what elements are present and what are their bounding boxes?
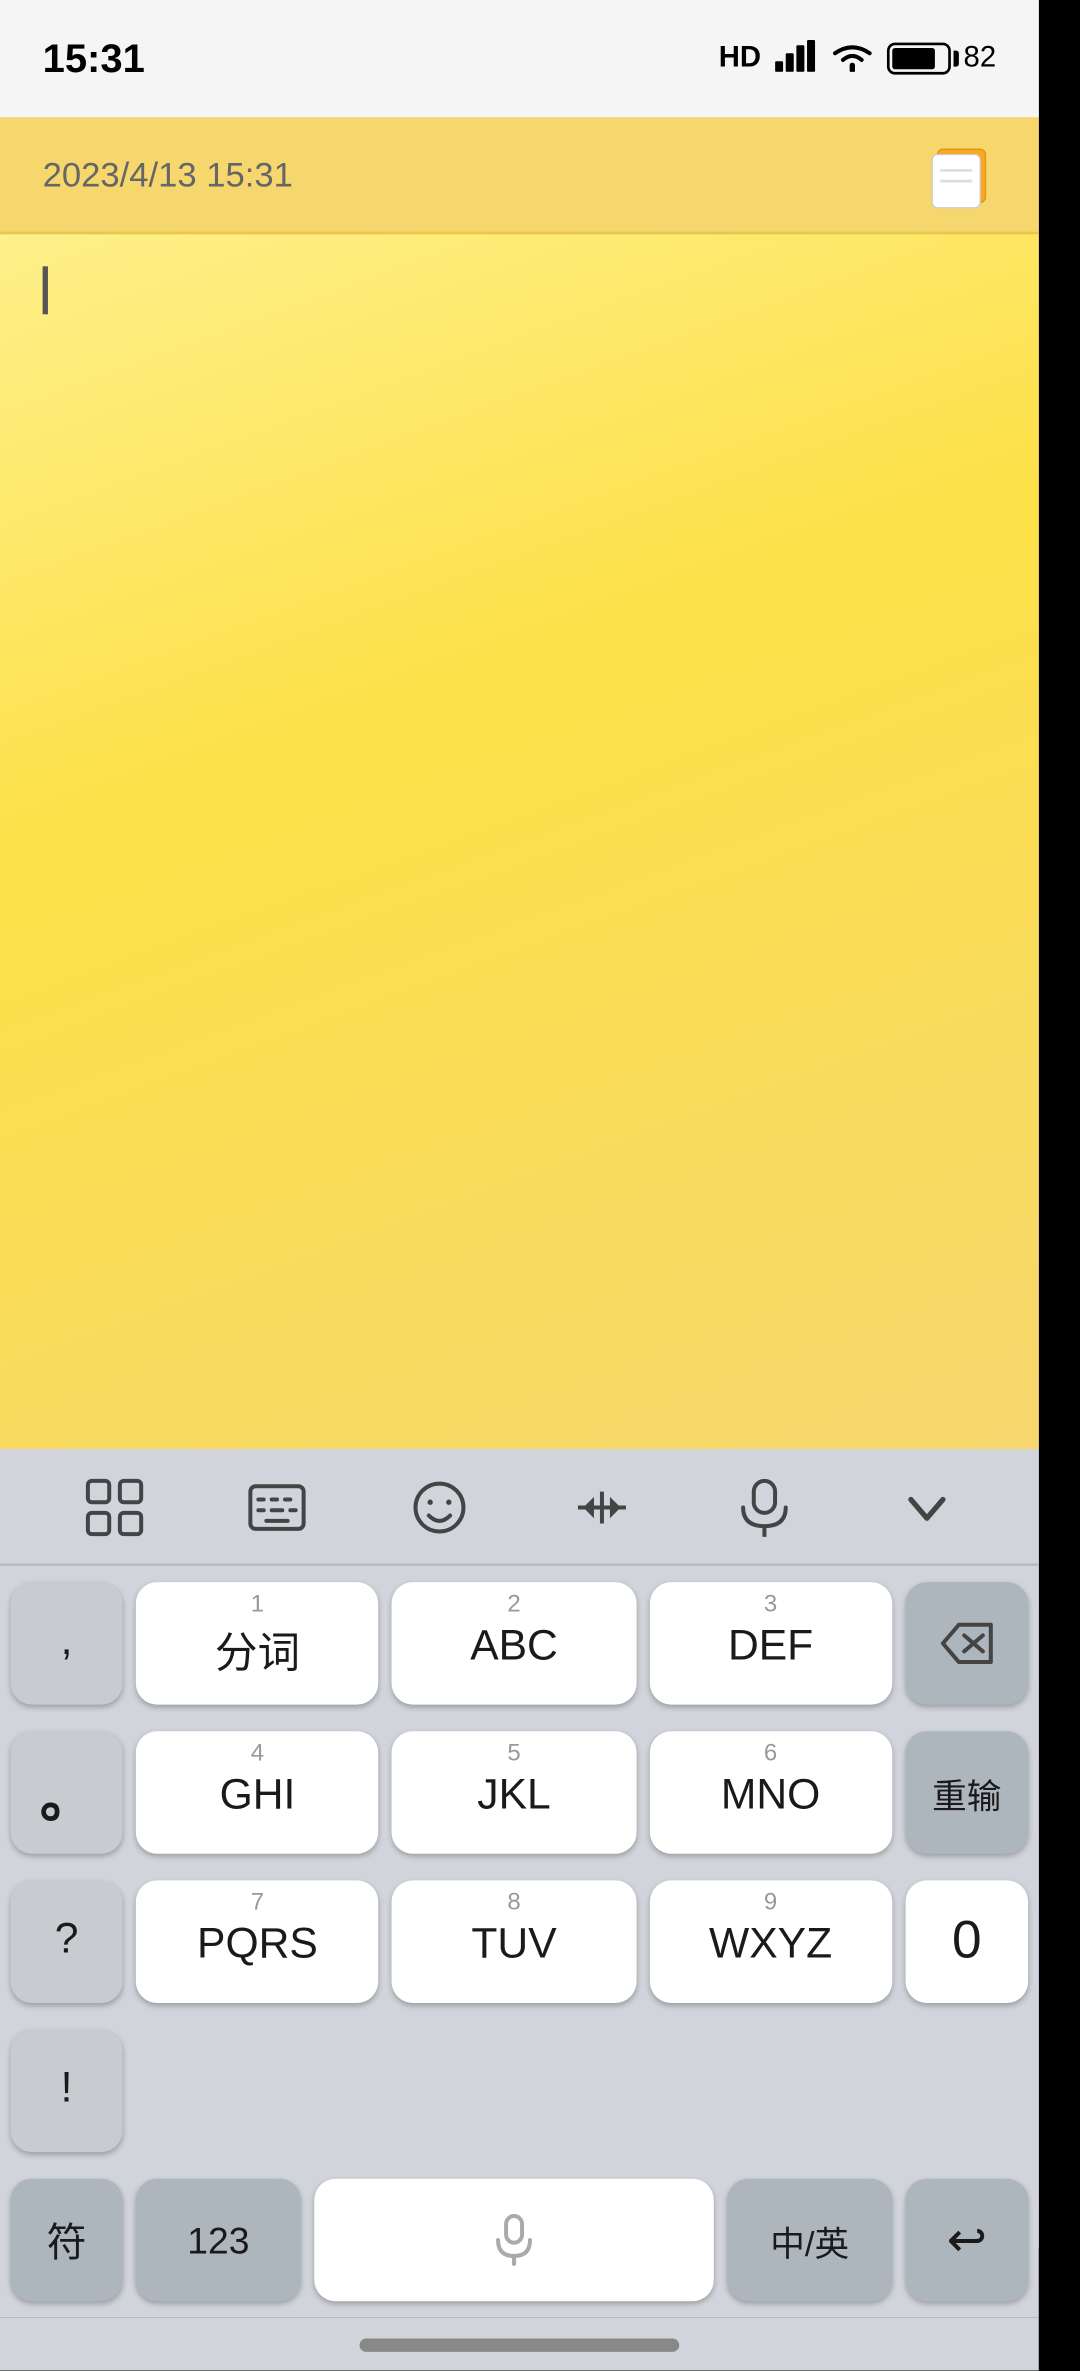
keyboard-row-bottom: 符 123 中/英 ↩ [11,2179,1028,2302]
key-wxyz[interactable]: 9 WXYZ [649,1880,892,2003]
punct-exclaim-key[interactable]: ! [11,2030,123,2153]
keyboard-icon[interactable] [228,1458,324,1554]
key-pqrs[interactable]: 7 PQRS [136,1880,379,2003]
key-zero[interactable]: 0 [906,1880,1029,2003]
wifi-icon [830,39,873,79]
signal-bars-icon [774,39,817,79]
emoji-icon[interactable] [390,1458,486,1554]
status-bar: 15:31 HD 8 [0,0,1039,117]
mic-icon[interactable] [715,1458,811,1554]
key-abc[interactable]: 2 ABC [392,1582,635,1705]
note-content-area[interactable] [0,234,1039,1449]
note-stack-button[interactable] [922,137,997,212]
punct-period-key[interactable]: 。 [11,1731,123,1854]
keyboard-row-1: , 1 分词 2 ABC 3 DEF [11,1582,1028,1705]
key-jkl[interactable]: 5 JKL [392,1731,635,1854]
punct-column-2: 。 [11,1731,123,1854]
key-fu[interactable]: 符 [11,2179,123,2302]
signal-icon: HD [719,43,761,75]
key-lang[interactable]: 中/英 [727,2179,892,2302]
note-date: 2023/4/13 15:31 [43,154,293,194]
battery-icon [886,43,950,75]
keyboard: , 1 分词 2 ABC 3 DEF [0,1566,1039,2317]
punct-comma-key[interactable]: , [11,1582,123,1705]
punct-column-3: ? ! [11,1880,123,2152]
key-chongru[interactable]: 重输 [906,1731,1029,1854]
key-enter[interactable]: ↩ [906,2179,1029,2302]
key-ghi[interactable]: 4 GHI [136,1731,379,1854]
key-mno[interactable]: 6 MNO [649,1731,892,1854]
text-cursor [43,266,48,314]
key-123[interactable]: 123 [136,2179,301,2302]
home-bar [360,2337,680,2350]
cursor-move-icon[interactable] [553,1458,649,1554]
key-def[interactable]: 3 DEF [649,1582,892,1705]
status-time: 15:31 [43,36,145,81]
punct-question-key[interactable]: ? [11,1880,123,2003]
keyboard-toolbar [0,1449,1039,1566]
status-icons: HD 82 [719,39,996,79]
punct-column: , [11,1582,123,1705]
battery-percent: 82 [964,43,997,75]
keyboard-row-3: ? ! 7 PQRS 8 TUV 9 WXYZ 0 [11,1880,1028,2152]
apps-icon[interactable] [65,1458,161,1554]
chevron-down-icon[interactable] [878,1458,974,1554]
key-fensi[interactable]: 1 分词 [136,1582,379,1705]
home-indicator [0,2317,1039,2370]
note-header: 2023/4/13 15:31 [0,117,1039,234]
key-space[interactable] [314,2179,714,2302]
keyboard-row-2: 。 4 GHI 5 JKL 6 MNO 重输 [11,1731,1028,1854]
backspace-key[interactable] [906,1582,1029,1705]
key-tuv[interactable]: 8 TUV [392,1880,635,2003]
